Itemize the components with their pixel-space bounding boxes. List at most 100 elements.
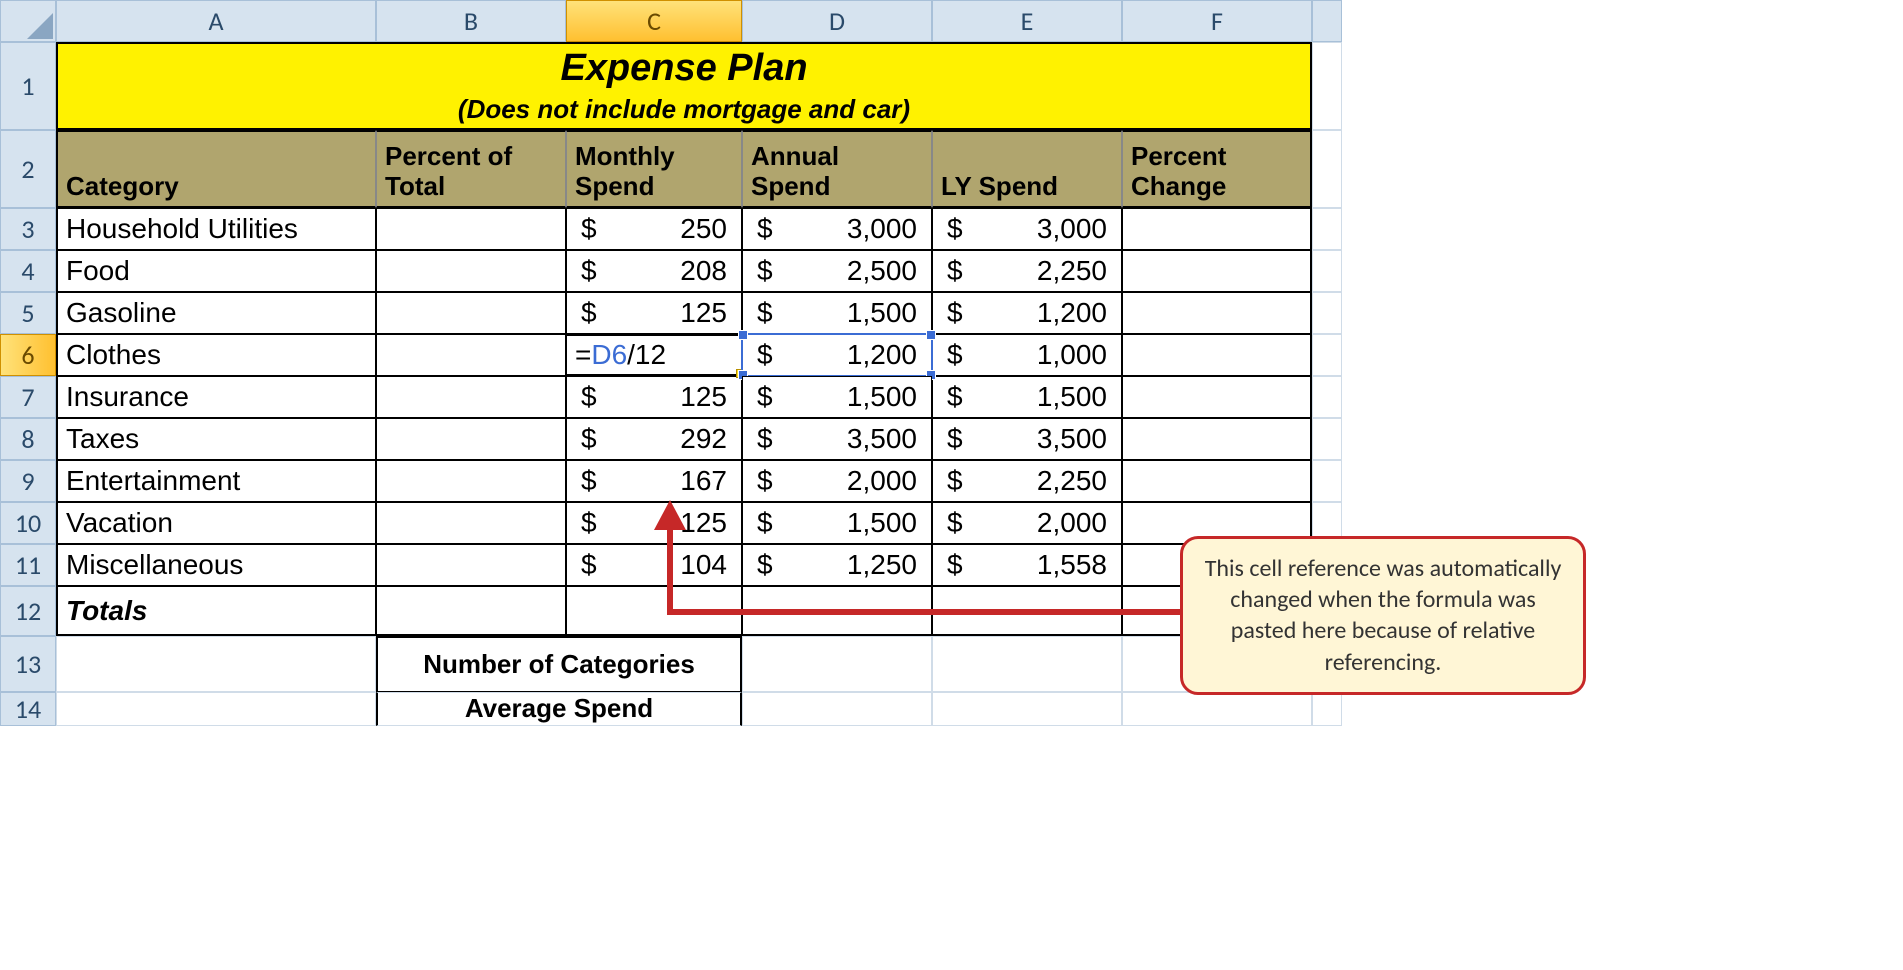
cell-percent-change[interactable] — [1122, 376, 1312, 418]
cell-blank[interactable] — [1312, 692, 1342, 726]
column-header-G[interactable] — [1312, 0, 1342, 42]
cell-blank[interactable] — [932, 692, 1122, 726]
cell-category[interactable]: Clothes — [56, 334, 376, 376]
cell-ly-spend[interactable]: $2,250 — [932, 460, 1122, 502]
cell-ly-spend[interactable]: $1,500 — [932, 376, 1122, 418]
header-E[interactable]: LY Spend — [932, 130, 1122, 208]
cell-ly-spend[interactable]: $3,500 — [932, 418, 1122, 460]
cell-category[interactable]: Vacation — [56, 502, 376, 544]
cell-blank[interactable] — [742, 692, 932, 726]
cell-monthly-spend[interactable]: $125 — [566, 292, 742, 334]
cell-annual-spend[interactable]: $1,250 — [742, 544, 932, 586]
cell-percent-of-total[interactable] — [376, 544, 566, 586]
row-header-14[interactable]: 14 — [0, 692, 56, 726]
cell-blank[interactable] — [1312, 250, 1342, 292]
cell-percent-of-total[interactable] — [376, 334, 566, 376]
cell-percent-of-total[interactable] — [376, 460, 566, 502]
cell-annual-spend[interactable]: $2,000 — [742, 460, 932, 502]
cell-category[interactable]: Food — [56, 250, 376, 292]
row-header-1[interactable]: 1 — [0, 42, 56, 130]
cell-totals[interactable] — [376, 586, 566, 636]
cell-percent-of-total[interactable] — [376, 418, 566, 460]
cell-monthly-spend[interactable]: $208 — [566, 250, 742, 292]
cell-monthly-spend[interactable]: $292 — [566, 418, 742, 460]
cell-blank[interactable] — [742, 636, 932, 692]
header-A[interactable]: Category — [56, 130, 376, 208]
cell-monthly-spend[interactable]: $125 — [566, 502, 742, 544]
cell-blank[interactable] — [56, 692, 376, 726]
row-header-6[interactable]: 6 — [0, 334, 56, 376]
cell-percent-change[interactable] — [1122, 418, 1312, 460]
cell-ly-spend[interactable]: $2,250 — [932, 250, 1122, 292]
cell-blank[interactable] — [1312, 418, 1342, 460]
row-header-7[interactable]: 7 — [0, 376, 56, 418]
cell-percent-change[interactable] — [1122, 292, 1312, 334]
cell-annual-spend[interactable]: $1,500 — [742, 292, 932, 334]
column-header-C[interactable]: C — [566, 0, 742, 42]
cell-blank[interactable] — [1122, 692, 1312, 726]
cell-blank[interactable] — [1312, 460, 1342, 502]
header-C[interactable]: Monthly Spend — [566, 130, 742, 208]
row-header-10[interactable]: 10 — [0, 502, 56, 544]
cell-percent-of-total[interactable] — [376, 292, 566, 334]
cell-ly-spend[interactable]: $1,200 — [932, 292, 1122, 334]
cell-ly-spend[interactable]: $1,558 — [932, 544, 1122, 586]
column-header-F[interactable]: F — [1122, 0, 1312, 42]
row-header-9[interactable]: 9 — [0, 460, 56, 502]
cell-blank[interactable] — [1312, 334, 1342, 376]
cell-monthly-spend[interactable]: $125 — [566, 376, 742, 418]
cell-totals[interactable] — [566, 586, 742, 636]
cell-blank[interactable] — [932, 636, 1122, 692]
row-header-12[interactable]: 12 — [0, 586, 56, 636]
cell-ly-spend[interactable]: $3,000 — [932, 208, 1122, 250]
cell-category[interactable]: Taxes — [56, 418, 376, 460]
header-B[interactable]: Percent of Total — [376, 130, 566, 208]
row-header-4[interactable]: 4 — [0, 250, 56, 292]
cell-monthly-spend[interactable]: $250 — [566, 208, 742, 250]
cell-blank[interactable] — [1312, 208, 1342, 250]
cell-percent-of-total[interactable] — [376, 208, 566, 250]
cell-blank[interactable] — [1312, 130, 1342, 208]
cell-totals-label[interactable]: Totals — [56, 586, 376, 636]
cell-formula-editing[interactable]: =D6/12 — [566, 334, 742, 376]
cell-category[interactable]: Entertainment — [56, 460, 376, 502]
cell-percent-of-total[interactable] — [376, 250, 566, 292]
cell-percent-change[interactable] — [1122, 208, 1312, 250]
cell-percent-of-total[interactable] — [376, 376, 566, 418]
column-header-E[interactable]: E — [932, 0, 1122, 42]
cell-monthly-spend[interactable]: $167 — [566, 460, 742, 502]
cell-percent-change[interactable] — [1122, 460, 1312, 502]
cell-annual-spend[interactable]: $1,500 — [742, 502, 932, 544]
row-header-8[interactable]: 8 — [0, 418, 56, 460]
cell-category[interactable]: Insurance — [56, 376, 376, 418]
cell-percent-change[interactable] — [1122, 334, 1312, 376]
cell-ly-spend[interactable]: $2,000 — [932, 502, 1122, 544]
cell-percent-change[interactable] — [1122, 250, 1312, 292]
row-header-3[interactable]: 3 — [0, 208, 56, 250]
column-header-A[interactable]: A — [56, 0, 376, 42]
cell-annual-spend[interactable]: $2,500 — [742, 250, 932, 292]
cell-blank[interactable] — [1312, 292, 1342, 334]
cell-category[interactable]: Miscellaneous — [56, 544, 376, 586]
header-D[interactable]: Annual Spend — [742, 130, 932, 208]
cell-monthly-spend[interactable]: $104 — [566, 544, 742, 586]
cell-category[interactable]: Household Utilities — [56, 208, 376, 250]
column-header-B[interactable]: B — [376, 0, 566, 42]
cell-blank[interactable] — [1312, 376, 1342, 418]
cell-category[interactable]: Gasoline — [56, 292, 376, 334]
cell-annual-spend[interactable]: $3,500 — [742, 418, 932, 460]
cell-blank[interactable] — [1312, 42, 1342, 130]
cell-annual-spend[interactable]: $3,000 — [742, 208, 932, 250]
header-F[interactable]: Percent Change — [1122, 130, 1312, 208]
title-cell[interactable]: Expense Plan(Does not include mortgage a… — [56, 42, 1312, 130]
column-header-D[interactable]: D — [742, 0, 932, 42]
cell-annual-spend[interactable]: $1,200 — [742, 334, 932, 376]
select-all-corner[interactable] — [0, 0, 56, 42]
cell-ly-spend[interactable]: $1,000 — [932, 334, 1122, 376]
cell-totals[interactable] — [932, 586, 1122, 636]
row-header-2[interactable]: 2 — [0, 130, 56, 208]
row-header-5[interactable]: 5 — [0, 292, 56, 334]
cell-totals[interactable] — [742, 586, 932, 636]
cell-blank[interactable] — [56, 636, 376, 692]
cell-num-categories-label[interactable]: Number of Categories — [376, 636, 742, 692]
